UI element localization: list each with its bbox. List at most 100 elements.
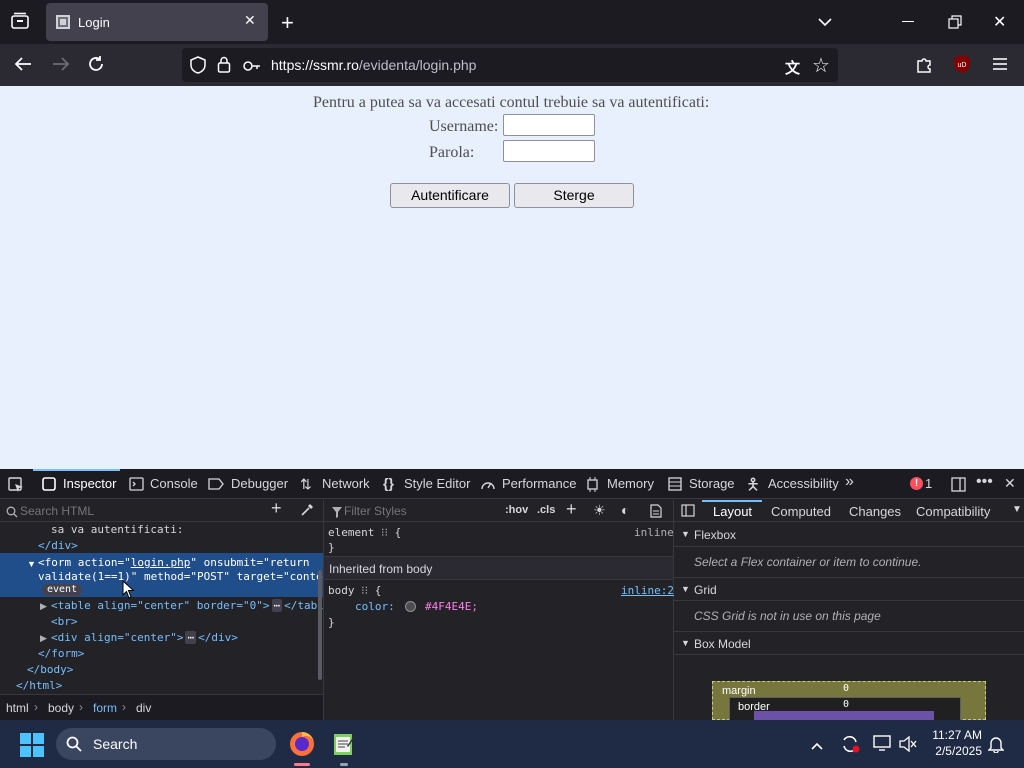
sync-icon[interactable]	[840, 734, 860, 759]
ublock-origin-icon[interactable]: uD	[952, 54, 972, 74]
flexbox-header-row[interactable]: ▼ Flexbox	[674, 523, 1024, 547]
bookmark-star-icon[interactable]: ☆	[812, 53, 830, 78]
devtools-tab-console[interactable]: Console	[150, 476, 198, 491]
ellipsis-badge[interactable]: ⋯	[185, 631, 197, 644]
list-all-tabs-icon[interactable]	[817, 14, 833, 32]
element-rule[interactable]: element ⁝⁝ {	[328, 526, 401, 539]
color-declaration[interactable]: color: #4F4E4E;	[355, 600, 478, 613]
volume-muted-icon[interactable]	[899, 735, 917, 757]
back-icon[interactable]	[14, 56, 32, 77]
expand-triangle-icon[interactable]: ▼	[27, 559, 36, 569]
html-text-line[interactable]: sa va autentificati:	[51, 523, 183, 536]
tab-login[interactable]: Login ✕	[46, 3, 268, 41]
new-tab-icon[interactable]: +	[281, 10, 294, 36]
devtools-tab-accessibility[interactable]: Accessibility	[768, 476, 839, 491]
forward-icon[interactable]	[52, 56, 70, 77]
color-swatch[interactable]	[405, 601, 417, 612]
sidebar-tab-computed[interactable]: Computed	[771, 504, 831, 519]
minimize-icon[interactable]	[902, 21, 914, 22]
sidebar-tab-changes[interactable]: Changes	[849, 504, 901, 519]
menu-hamburger-icon[interactable]	[992, 57, 1008, 76]
breadcrumb-form[interactable]: form	[93, 701, 117, 715]
ellipsis-badge[interactable]: ⋯	[271, 599, 283, 612]
boxmodel-header-row[interactable]: ▼ Box Model	[674, 631, 1024, 655]
firefox-taskbar-icon[interactable]	[289, 731, 315, 757]
dock-side-icon[interactable]	[951, 477, 966, 497]
devtools-options-icon[interactable]: •••	[976, 473, 993, 491]
add-rule-icon[interactable]: +	[566, 499, 577, 520]
more-tools-chevron-icon[interactable]: »	[845, 473, 854, 491]
selected-form-node[interactable]: ▼ <form action="login.php" onsubmit="ret…	[0, 553, 349, 597]
form-action-link[interactable]: login.php	[131, 556, 191, 569]
html-html-close[interactable]: </html>	[16, 679, 62, 692]
close-tab-icon[interactable]: ✕	[244, 12, 256, 29]
eyedropper-icon[interactable]	[300, 503, 314, 522]
translate-icon[interactable]: 文	[785, 57, 800, 78]
collapsed-triangle-icon[interactable]: ▶	[40, 633, 47, 644]
tab-list-icon[interactable]	[10, 12, 30, 30]
windows-start-icon[interactable]	[20, 733, 44, 762]
html-search-input[interactable]	[20, 502, 240, 520]
error-count[interactable]: 1	[925, 476, 932, 491]
filter-styles-input[interactable]	[344, 502, 494, 520]
password-input[interactable]	[503, 140, 595, 162]
permissions-key-icon[interactable]	[243, 59, 261, 77]
classes-toggle[interactable]: .cls	[537, 504, 555, 516]
html-body-close[interactable]: </body>	[27, 663, 73, 676]
reset-button[interactable]: Sterge	[514, 183, 634, 208]
dark-theme-icon[interactable]: ◐	[621, 502, 629, 518]
devtools-tab-performance[interactable]: Performance	[502, 476, 576, 491]
collapsed-triangle-icon[interactable]: ▶	[40, 601, 47, 612]
sidebar-tab-compatibility[interactable]: Compatibility	[916, 504, 990, 519]
add-node-icon[interactable]: +	[271, 498, 282, 519]
sidebar-overflow-icon[interactable]: ▼	[1012, 504, 1022, 515]
box-model-margin[interactable]: margin 0 border 0	[712, 681, 986, 721]
html-form-close[interactable]: </form>	[38, 647, 84, 660]
grid-header-row[interactable]: ▼ Grid	[674, 577, 1024, 601]
devtools-tab-storage[interactable]: Storage	[689, 476, 735, 491]
element-picker-icon[interactable]	[8, 477, 24, 498]
notepad-taskbar-icon[interactable]	[333, 732, 355, 756]
devtools-tab-debugger[interactable]: Debugger	[231, 476, 288, 491]
markup-scrollbar[interactable]	[318, 570, 322, 680]
light-theme-icon[interactable]: ☀	[593, 502, 606, 519]
hover-states-toggle[interactable]: :hov	[505, 504, 528, 516]
breadcrumb-div[interactable]: div	[136, 701, 151, 715]
tracking-shield-icon[interactable]	[190, 56, 206, 79]
body-rule-source-link[interactable]: inline:2	[621, 584, 674, 597]
url-bar[interactable]: https://ssmr.ro/evidenta/login.php 文 ☆	[182, 48, 838, 82]
html-br-node[interactable]: <br>	[51, 615, 78, 628]
notifications-bell-icon[interactable]	[987, 735, 1005, 758]
html-table-node[interactable]: <table align="center" border="0"> ⋯ </tabl…	[51, 599, 337, 612]
clock[interactable]: 11:27 AM 2/5/2025	[924, 728, 982, 758]
breadcrumb-html[interactable]: html	[6, 701, 29, 715]
network-monitor-icon[interactable]	[873, 735, 891, 756]
body-rule[interactable]: body ⁝⁝ {	[328, 584, 381, 597]
box-model-border[interactable]: border 0	[729, 697, 961, 721]
devtools-tab-inspector[interactable]: Inspector	[63, 476, 116, 491]
html-div-close[interactable]: </div>	[38, 539, 78, 552]
error-icon[interactable]: !	[910, 477, 923, 490]
restore-icon[interactable]	[948, 15, 962, 34]
toggle-sidebar-icon[interactable]	[681, 504, 695, 522]
close-window-icon[interactable]: ✕	[993, 12, 1006, 32]
devtools-tab-style-editor[interactable]: Style Editor	[404, 476, 470, 491]
reload-icon[interactable]	[87, 55, 105, 78]
border-top-value[interactable]: 0	[843, 699, 849, 710]
event-badge[interactable]: event	[42, 584, 83, 596]
sidebar-tab-layout[interactable]: Layout	[713, 504, 752, 519]
url-text[interactable]: https://ssmr.ro/evidenta/login.php	[271, 57, 476, 73]
close-devtools-icon[interactable]: ✕	[1004, 475, 1016, 492]
login-button[interactable]: Autentificare	[390, 183, 510, 208]
print-media-icon[interactable]	[650, 504, 662, 523]
lock-icon[interactable]	[217, 56, 231, 78]
breadcrumb-body[interactable]: body	[48, 701, 74, 715]
extensions-icon[interactable]	[915, 55, 933, 78]
devtools-tab-memory[interactable]: Memory	[607, 476, 654, 491]
username-input[interactable]	[503, 114, 595, 136]
devtools-tab-network[interactable]: Network	[322, 476, 370, 491]
show-hidden-icons-chevron-icon[interactable]	[810, 738, 824, 756]
margin-top-value[interactable]: 0	[843, 683, 849, 694]
taskbar-search[interactable]: Search	[56, 728, 276, 760]
html-div-node[interactable]: <div align="center"> ⋯ </div>	[51, 631, 238, 644]
